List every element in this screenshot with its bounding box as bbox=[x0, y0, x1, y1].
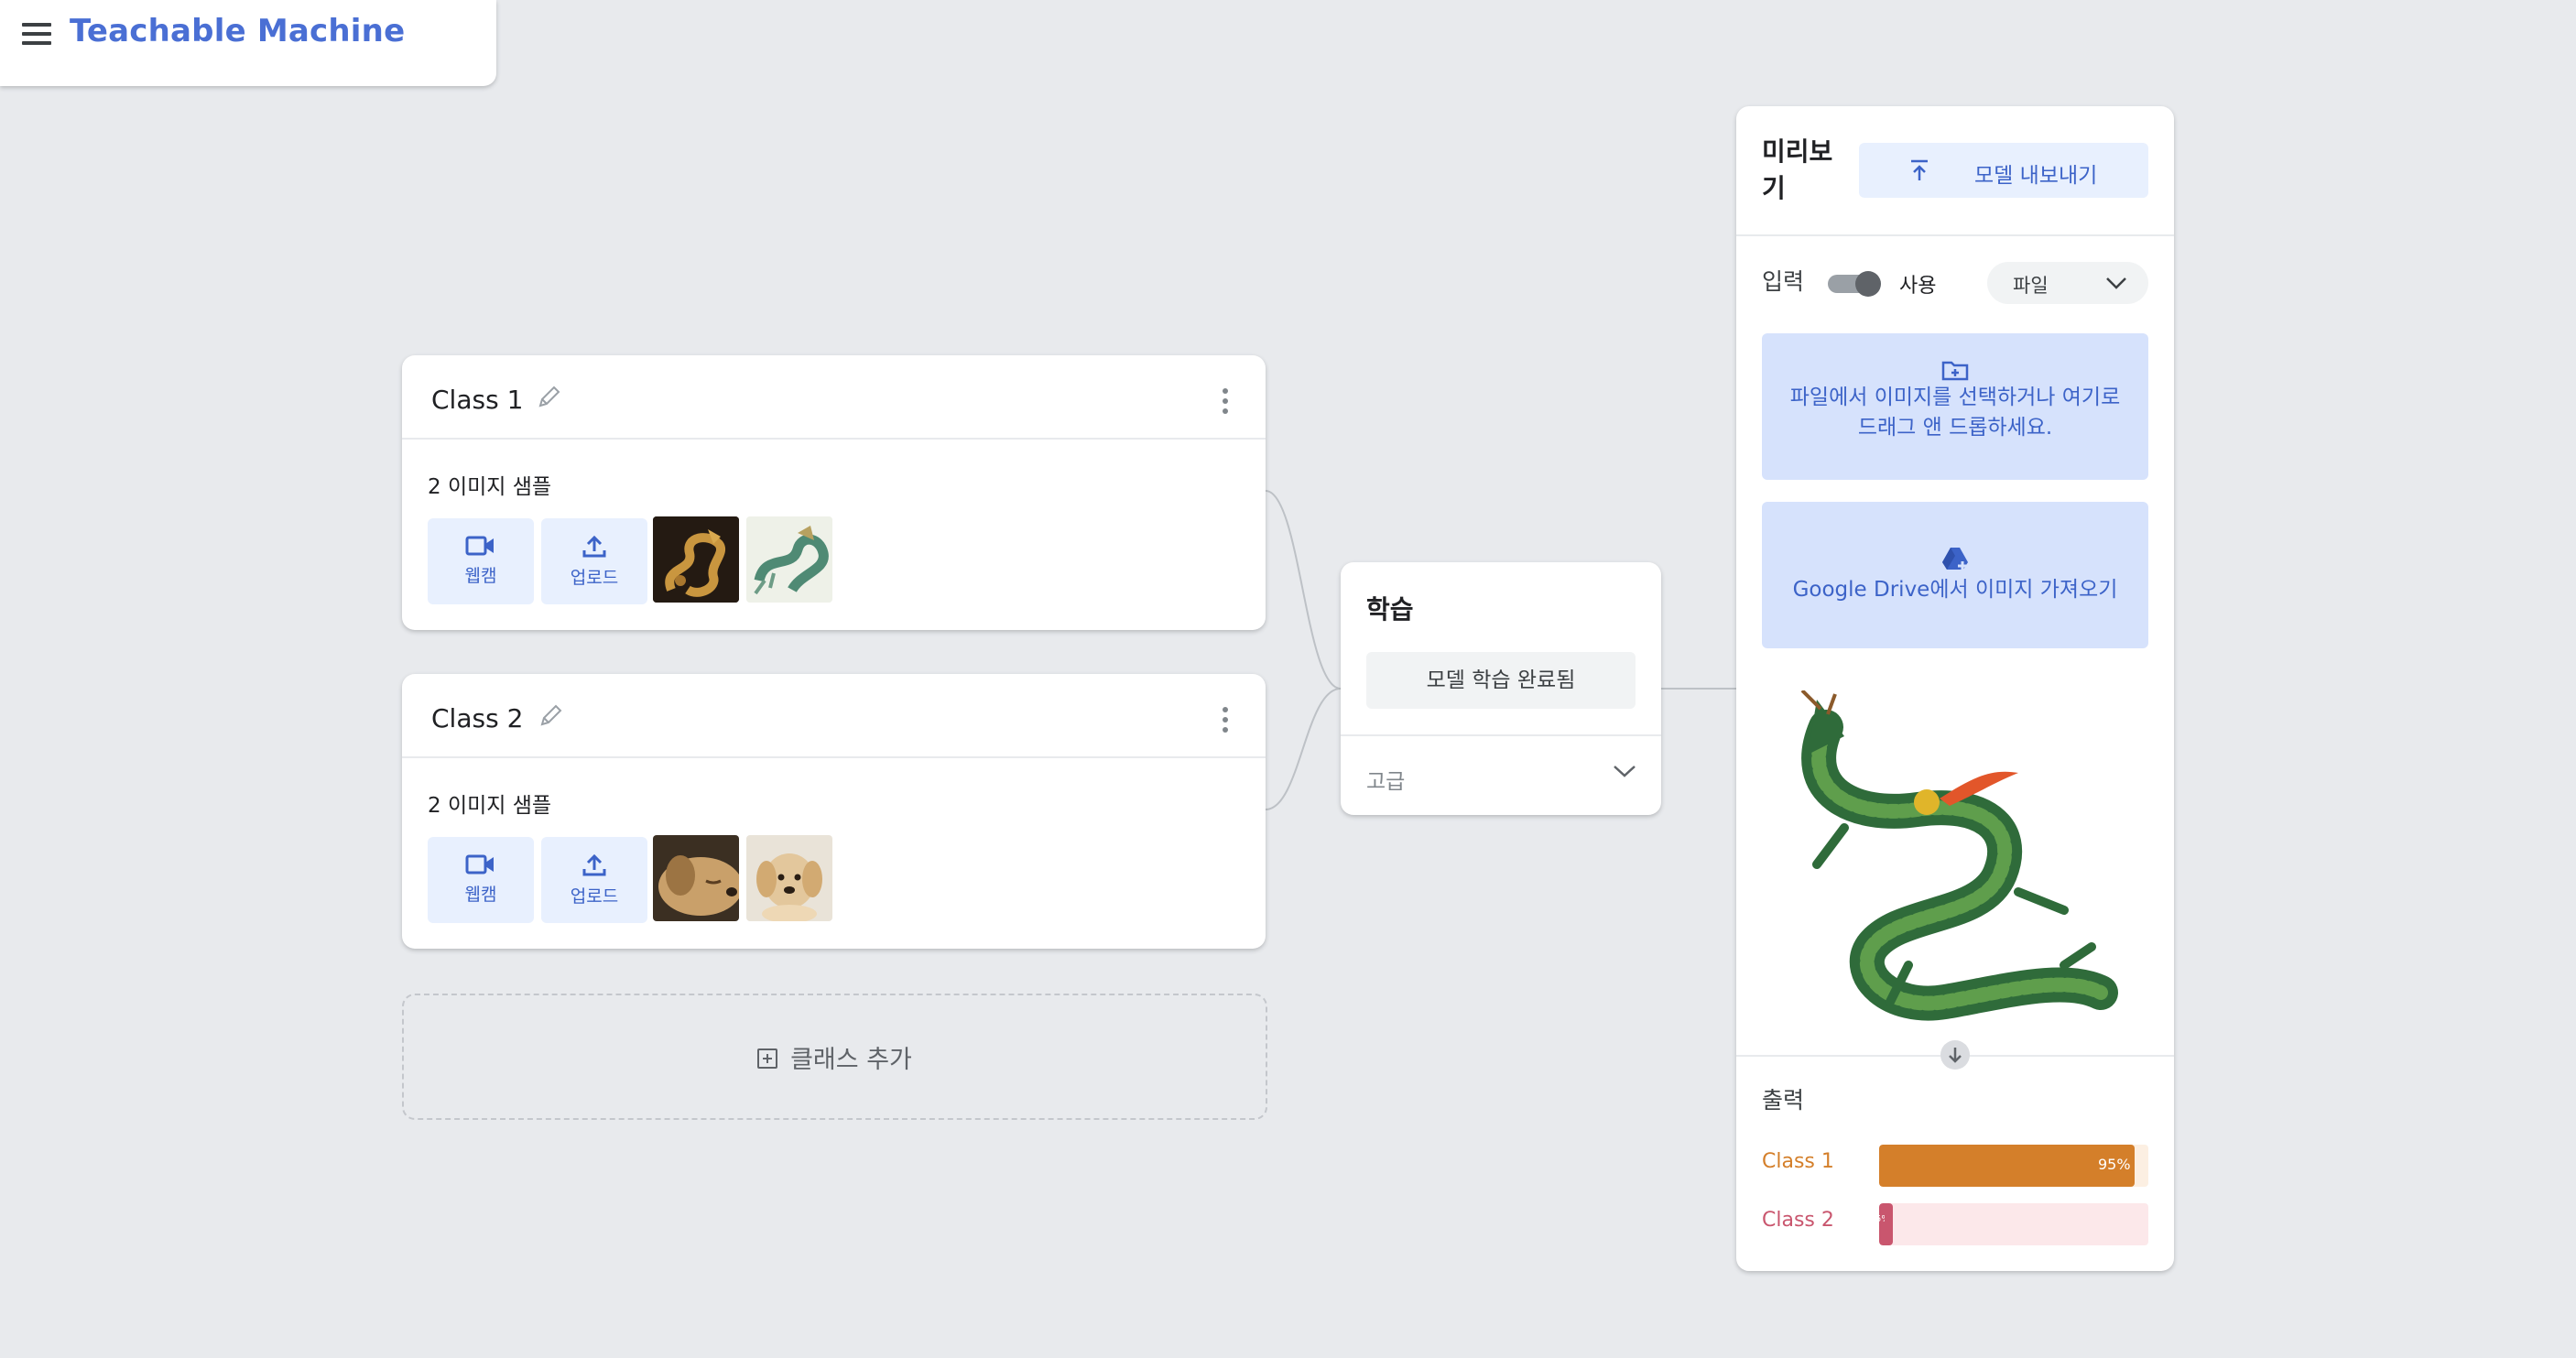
divider bbox=[1736, 234, 2174, 236]
chevron-down-icon[interactable] bbox=[1612, 762, 1637, 780]
upload-label: 업로드 bbox=[570, 886, 619, 907]
puppy-image[interactable] bbox=[746, 835, 832, 921]
webcam-label: 웹캠 bbox=[464, 566, 497, 586]
upload-icon bbox=[582, 535, 606, 558]
upload-label: 업로드 bbox=[570, 568, 619, 588]
more-options-icon[interactable] bbox=[1222, 707, 1229, 734]
add-box-icon bbox=[757, 1048, 778, 1069]
divider bbox=[1341, 734, 1661, 736]
menu-icon[interactable] bbox=[22, 23, 51, 45]
preview-dragon-image bbox=[1789, 689, 2121, 1027]
input-toggle[interactable] bbox=[1828, 271, 1881, 297]
training-title: 학습 bbox=[1366, 594, 1414, 625]
class-card: Class 2 2 이미지 샘플 웹캠 업로드 bbox=[402, 674, 1266, 949]
upload-button[interactable]: 업로드 bbox=[541, 518, 647, 604]
edit-pencil-icon[interactable] bbox=[534, 383, 563, 412]
app-header: Teachable Machine bbox=[0, 0, 496, 86]
output-class-name: Class 2 bbox=[1762, 1209, 1834, 1232]
app-title[interactable]: Teachable Machine bbox=[70, 13, 405, 49]
golden-dragon-image[interactable] bbox=[653, 516, 739, 603]
preview-title: 미리보기 bbox=[1762, 136, 1833, 203]
file-drop-text: 파일에서 이미지를 선택하거나 여기로 드래그 앤 드롭하세요. bbox=[1789, 386, 2121, 440]
export-model-button[interactable]: 모델 내보내기 bbox=[1859, 143, 2148, 198]
upload-icon bbox=[1911, 159, 1928, 180]
more-options-icon[interactable] bbox=[1222, 388, 1229, 416]
training-card: 학습 모델 학습 완료됨 고급 bbox=[1341, 562, 1661, 815]
input-label: 입력 bbox=[1762, 268, 1805, 295]
divider bbox=[402, 756, 1266, 758]
chevron-down-icon bbox=[2106, 277, 2126, 289]
file-drop-zone[interactable]: 파일에서 이미지를 선택하거나 여기로 드래그 앤 드롭하세요. bbox=[1762, 333, 2148, 480]
add-class-label: 클래스 추가 bbox=[790, 1046, 912, 1074]
arrow-down-icon bbox=[1940, 1040, 1970, 1070]
toggle-label: 사용 bbox=[1899, 275, 1937, 298]
confidence-bar: 95% bbox=[1879, 1145, 2148, 1187]
confidence-fill bbox=[1879, 1145, 2135, 1187]
class-name[interactable]: Class 2 bbox=[431, 703, 523, 733]
webcam-label: 웹캠 bbox=[464, 885, 497, 905]
edit-pencil-icon[interactable] bbox=[536, 701, 565, 731]
google-drive-text: Google Drive에서 이미지 가져오기 bbox=[1792, 578, 2118, 602]
confidence-fill bbox=[1879, 1203, 1893, 1245]
upload-icon bbox=[582, 853, 606, 876]
export-label: 모델 내보내기 bbox=[1974, 164, 2098, 188]
source-select-value: 파일 bbox=[2013, 275, 2049, 297]
upload-button[interactable]: 업로드 bbox=[541, 837, 647, 923]
train-model-button[interactable]: 모델 학습 완료됨 bbox=[1366, 652, 1636, 709]
webcam-icon bbox=[465, 536, 494, 556]
confidence-percent: 5% bbox=[1879, 1214, 1885, 1224]
divider bbox=[402, 438, 1266, 440]
google-drive-import-button[interactable]: Google Drive에서 이미지 가져오기 bbox=[1762, 502, 2148, 648]
input-source-select[interactable]: 파일 bbox=[1987, 262, 2148, 304]
webcam-icon bbox=[465, 854, 494, 875]
google-drive-icon bbox=[1942, 548, 1968, 570]
dog-sleeping-image[interactable] bbox=[653, 835, 739, 921]
connector-lines bbox=[1265, 490, 1736, 810]
webcam-button[interactable]: 웹캠 bbox=[428, 837, 534, 923]
add-class-button[interactable]: 클래스 추가 bbox=[402, 994, 1267, 1120]
confidence-bar: 5% bbox=[1879, 1203, 2148, 1245]
advanced-toggle[interactable]: 고급 bbox=[1366, 764, 1405, 795]
samples-count: 2 이미지 샘플 bbox=[428, 475, 552, 499]
class-name[interactable]: Class 1 bbox=[431, 385, 523, 415]
webcam-button[interactable]: 웹캠 bbox=[428, 518, 534, 604]
class-card: Class 1 2 이미지 샘플 웹캠 업로드 bbox=[402, 355, 1266, 630]
preview-panel: 미리보기 모델 내보내기 입력 사용 파일 파일에서 이미지를 선택하거나 여기… bbox=[1736, 106, 2174, 1271]
output-label: 출력 bbox=[1762, 1087, 1805, 1114]
samples-count: 2 이미지 샘플 bbox=[428, 794, 552, 818]
confidence-percent: 95% bbox=[2098, 1156, 2131, 1173]
jade-dragon-image[interactable] bbox=[746, 516, 832, 603]
output-class-name: Class 1 bbox=[1762, 1150, 1834, 1173]
folder-add-icon bbox=[1941, 361, 1969, 381]
